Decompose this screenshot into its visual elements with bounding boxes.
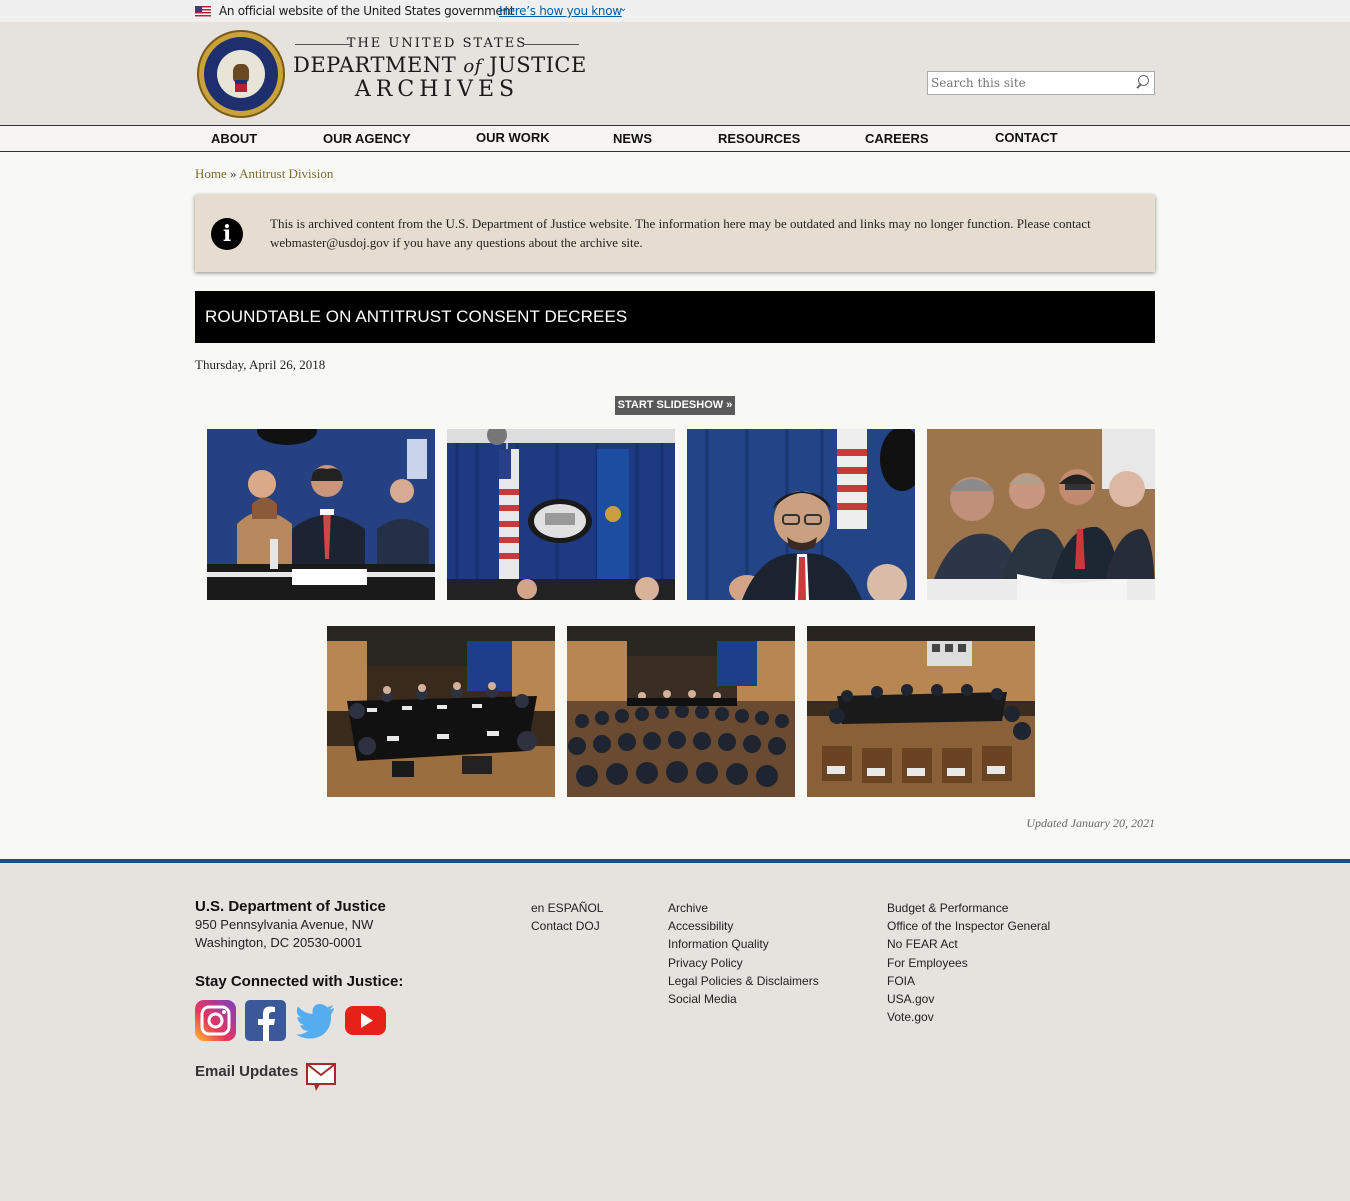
- nav-contact[interactable]: CONTACT: [995, 130, 1058, 145]
- email-updates-link[interactable]: Email Updates: [195, 1063, 298, 1080]
- breadcrumb: Home » Antitrust Division: [195, 166, 333, 182]
- footer-address-line2: Washington, DC 20530-0001: [195, 935, 363, 950]
- instagram-icon[interactable]: [195, 1000, 236, 1041]
- gov-banner: An official website of the United States…: [0, 0, 1350, 22]
- footer-link-vote-gov[interactable]: Vote.gov: [887, 1008, 1050, 1026]
- gallery-photo-4[interactable]: [927, 429, 1155, 600]
- gallery-photo-6[interactable]: [567, 626, 795, 797]
- footer-address-line1: 950 Pennsylvania Avenue, NW: [195, 917, 374, 932]
- page-title: ROUNDTABLE ON ANTITRUST CONSENT DECREES: [205, 307, 628, 326]
- footer-link-information-quality[interactable]: Information Quality: [668, 935, 819, 953]
- us-flag-icon: [195, 6, 211, 17]
- site-footer: U.S. Department of Justice 950 Pennsylva…: [0, 863, 1350, 1201]
- gallery-photo-5[interactable]: [327, 626, 555, 797]
- main-nav: ABOUT OUR AGENCY OUR WORK NEWS RESOURCES…: [0, 125, 1350, 152]
- heres-how-you-know-link[interactable]: Here’s how you know: [499, 4, 622, 18]
- archive-notice-text: This is archived content from the U.S. D…: [270, 216, 1091, 250]
- footer-link-usa-gov[interactable]: USA.gov: [887, 990, 1050, 1008]
- search-icon[interactable]: [1134, 75, 1150, 91]
- footer-links-col3: Budget & Performance Office of the Inspe…: [887, 899, 1050, 1026]
- gallery-photo-7[interactable]: [807, 626, 1035, 797]
- footer-link-archive[interactable]: Archive: [668, 899, 819, 917]
- footer-link-no-fear-act[interactable]: No FEAR Act: [887, 935, 1050, 953]
- footer-links-col1: en ESPAÑOL Contact DOJ: [531, 899, 603, 935]
- footer-org-name: U.S. Department of Justice: [195, 898, 386, 915]
- youtube-icon[interactable]: [345, 1000, 386, 1041]
- nav-news[interactable]: NEWS: [613, 131, 652, 146]
- logo-line3: ARCHIVES: [354, 77, 520, 102]
- nav-resources[interactable]: RESOURCES: [718, 131, 800, 146]
- official-site-text: An official website of the United States…: [219, 4, 515, 18]
- twitter-icon[interactable]: [295, 1000, 336, 1041]
- chevron-down-icon[interactable]: ⌄: [619, 3, 627, 14]
- start-slideshow-button[interactable]: START SLIDESHOW »: [615, 396, 735, 415]
- footer-link-legal-policies[interactable]: Legal Policies & Disclaimers: [668, 972, 819, 990]
- site-header: THE UNITED STATES DEPARTMENT of JUSTICE …: [0, 22, 1350, 125]
- footer-links-col2: Archive Accessibility Information Qualit…: [668, 899, 819, 1008]
- footer-link-accessibility[interactable]: Accessibility: [668, 917, 819, 935]
- envelope-icon[interactable]: [306, 1063, 336, 1092]
- stay-connected-heading: Stay Connected with Justice:: [195, 973, 404, 990]
- nav-our-work[interactable]: OUR WORK: [476, 130, 550, 145]
- main-content: Home » Antitrust Division i This is arch…: [0, 152, 1350, 859]
- footer-link-budget-performance[interactable]: Budget & Performance: [887, 899, 1050, 917]
- footer-link-for-employees[interactable]: For Employees: [887, 954, 1050, 972]
- nav-about[interactable]: ABOUT: [211, 131, 257, 146]
- site-search: [927, 71, 1155, 95]
- breadcrumb-separator: »: [230, 166, 237, 181]
- logo-line1: THE UNITED STATES: [293, 36, 581, 51]
- logo-line2: DEPARTMENT of JUSTICE: [293, 53, 587, 77]
- footer-link-espanol[interactable]: en ESPAÑOL: [531, 899, 603, 917]
- facebook-icon[interactable]: [245, 1000, 286, 1041]
- gallery-photo-2[interactable]: [447, 429, 675, 600]
- nav-careers[interactable]: CAREERS: [865, 131, 929, 146]
- breadcrumb-home[interactable]: Home: [195, 166, 227, 181]
- nav-our-agency[interactable]: OUR AGENCY: [323, 131, 411, 146]
- footer-link-social-media[interactable]: Social Media: [668, 990, 819, 1008]
- footer-link-foia[interactable]: FOIA: [887, 972, 1050, 990]
- footer-link-contact-doj[interactable]: Contact DOJ: [531, 917, 603, 935]
- gallery-photo-1[interactable]: [207, 429, 435, 600]
- footer-link-privacy-policy[interactable]: Privacy Policy: [668, 954, 819, 972]
- page-title-bar: ROUNDTABLE ON ANTITRUST CONSENT DECREES: [195, 291, 1155, 343]
- site-wordmark[interactable]: THE UNITED STATES DEPARTMENT of JUSTICE …: [293, 36, 587, 102]
- gallery-photo-3[interactable]: [687, 429, 915, 600]
- breadcrumb-antitrust-division[interactable]: Antitrust Division: [239, 166, 333, 181]
- archive-notice: i This is archived content from the U.S.…: [195, 195, 1155, 272]
- footer-link-inspector-general[interactable]: Office of the Inspector General: [887, 917, 1050, 935]
- search-input[interactable]: [928, 72, 1128, 94]
- publish-date: Thursday, April 26, 2018: [195, 357, 326, 372]
- info-icon: i: [211, 218, 243, 250]
- updated-date: Updated January 20, 2021: [1026, 816, 1155, 830]
- doj-seal-logo[interactable]: [197, 30, 285, 118]
